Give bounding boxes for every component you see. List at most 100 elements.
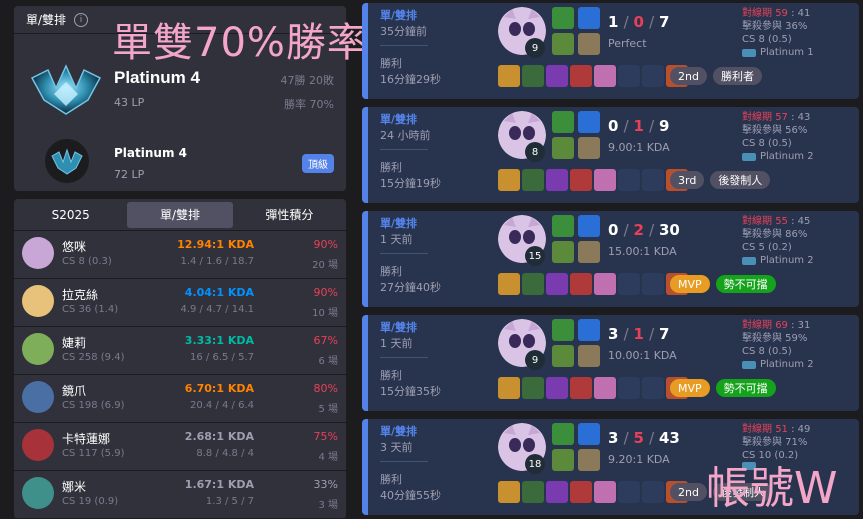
match-deaths: 5: [633, 429, 644, 447]
champion-kda: 6.70:1 KDA: [184, 382, 254, 395]
kda-separator: /: [623, 117, 634, 135]
champion-level: 18: [525, 454, 545, 474]
match-result: 勝利: [380, 473, 402, 486]
champion-games: 5 場: [318, 404, 338, 415]
tab-season[interactable]: S2025: [18, 202, 123, 228]
champion-cs: CS 36 (1.4): [62, 304, 119, 315]
champion-row[interactable]: 鏡爪 CS 198 (6.9) 6.70:1 KDA 20.4 / 4 / 6.…: [14, 375, 346, 423]
rune-primary-icon: [552, 137, 574, 159]
tab-solo[interactable]: 單/雙排: [127, 201, 233, 228]
laning-score: 對線期 59 : 41: [742, 8, 811, 19]
match-time-ago: 1 天前: [380, 337, 413, 350]
champion-level: 15: [525, 246, 545, 266]
rank-tier: Platinum 4: [114, 68, 200, 87]
laning-score: 對線期 69 : 31: [742, 320, 811, 331]
match-badge: 後發制人: [710, 171, 771, 189]
laning-label: 對線期: [742, 216, 772, 227]
tab-flex[interactable]: 彈性積分: [237, 202, 342, 228]
match-avg-tier: Platinum 1: [742, 46, 862, 59]
info-icon[interactable]: i: [74, 12, 89, 27]
champion-row[interactable]: 婕莉 CS 258 (9.4) 3.33:1 KDA 16 / 6.5 / 5.…: [14, 327, 346, 375]
champion-name: 婕莉: [62, 336, 87, 350]
match-kda-ratio: 15.00:1 KDA: [608, 245, 677, 258]
laning-label: 對線期: [742, 320, 772, 331]
kill-participation: 擊殺參與 36%: [742, 21, 808, 32]
match-badge: 3rd: [670, 171, 705, 189]
match-divider: [380, 253, 428, 254]
champion-kda-detail: 8.8 / 4.8 / 4: [196, 448, 254, 459]
champion-row[interactable]: 卡特蓮娜 CS 117 (5.9) 2.68:1 KDA 8.8 / 4.8 /…: [14, 423, 346, 471]
rune-secondary-icon: [578, 449, 600, 471]
item-slot-icon: [594, 377, 616, 399]
match-badge: 2nd: [670, 67, 707, 85]
match-divider: [380, 45, 428, 46]
laning-score-opp: 49: [797, 424, 811, 435]
item-slot-icon: [498, 481, 520, 503]
match-card[interactable]: 單/雙排 1 天前 勝利 27分鐘40秒 15 0 / 2 / 30 15.00…: [362, 211, 859, 307]
kill-participation: 擊殺參與 59%: [742, 333, 808, 344]
item-slot-icon: [546, 273, 568, 295]
item-slot-icon: [570, 273, 592, 295]
champion-cs: CS 19 (0.9): [62, 496, 119, 507]
spell-heal-icon: [552, 111, 574, 133]
champion-winrate: 33%: [313, 478, 338, 491]
match-divider: [380, 357, 428, 358]
match-divider: [380, 149, 428, 150]
match-items: [498, 65, 688, 87]
match-result: 勝利: [380, 265, 402, 278]
match-kda-ratio: 10.00:1 KDA: [608, 349, 677, 362]
item-slot-icon: [618, 377, 640, 399]
match-stats: 對線期 57 : 43 擊殺參與 56% CS 8 (0.5) Platinum…: [742, 111, 862, 163]
laning-score-self: 51: [775, 424, 788, 435]
champion-kda: 3.33:1 KDA: [184, 334, 254, 347]
champion-kda-detail: 16 / 6.5 / 5.7: [190, 352, 254, 363]
item-slot-icon: [594, 169, 616, 191]
match-badge: 勝利者: [712, 67, 762, 85]
match-card[interactable]: 單/雙排 1 天前 勝利 15分鐘35秒 9 3 / 1 / 7 10.00:1…: [362, 315, 859, 411]
match-avg-tier: Platinum 2: [742, 254, 862, 267]
match-badge: MVP: [670, 275, 710, 293]
kda-separator: /: [623, 429, 634, 447]
laning-score: 對線期 55 : 45: [742, 216, 811, 227]
match-cs: CS 8 (0.5): [742, 138, 792, 149]
item-slot-icon: [498, 273, 520, 295]
champion-row[interactable]: 悠咪 CS 8 (0.3) 12.94:1 KDA 1.4 / 1.6 / 18…: [14, 231, 346, 279]
champion-kda-detail: 1.3 / 5 / 7: [205, 496, 254, 507]
match-stats: 對線期 59 : 41 擊殺參與 36% CS 8 (0.5) Platinum…: [742, 7, 862, 59]
match-badges: MVP 勢不可擋: [670, 379, 776, 397]
champion-name: 娜米: [62, 480, 87, 494]
platinum-emblem-icon: [30, 64, 102, 115]
match-queue-type: 單/雙排: [380, 217, 418, 230]
overlay-corner-text: 帳號W: [706, 463, 838, 514]
match-kda: 1 / 0 / 7: [608, 13, 669, 31]
spell-ignite-icon: [578, 319, 600, 341]
match-duration: 27分鐘40秒: [380, 281, 441, 294]
tier-mini-icon: [742, 48, 756, 57]
kda-separator: /: [623, 325, 634, 343]
champion-row[interactable]: 娜米 CS 19 (0.9) 1.67:1 KDA 1.3 / 5 / 7 33…: [14, 471, 346, 519]
match-kda-ratio: Perfect: [608, 37, 647, 50]
champion-winrate: 67%: [313, 334, 338, 347]
laning-score-self: 69: [775, 320, 788, 331]
champion-row[interactable]: 拉克絲 CS 36 (1.4) 4.04:1 KDA 4.9 / 4.7 / 1…: [14, 279, 346, 327]
spell-ignite-icon: [578, 7, 600, 29]
kill-participation: 擊殺參與 56%: [742, 125, 808, 136]
kda-separator: /: [649, 117, 659, 135]
match-queue-type: 單/雙排: [380, 425, 418, 438]
match-card[interactable]: 單/雙排 24 小時前 勝利 15分鐘19秒 8 0 / 1 / 9 9.00:…: [362, 107, 859, 203]
match-card[interactable]: 單/雙排 35分鐘前 勝利 16分鐘29秒 9 1 / 0 / 7 Perfec…: [362, 3, 859, 99]
item-slot-icon: [546, 65, 568, 87]
rune-primary-icon: [552, 449, 574, 471]
champion-portrait-icon: [22, 333, 54, 365]
peak-badge: 頂級: [302, 154, 334, 173]
spell-heal-icon: [552, 319, 574, 341]
match-items: [498, 169, 688, 191]
match-duration: 15分鐘19秒: [380, 177, 441, 190]
rank-win-rate: 勝率 70%: [284, 98, 334, 111]
match-deaths: 1: [633, 117, 644, 135]
champion-name: 鏡爪: [62, 384, 87, 398]
item-slot-icon: [522, 481, 544, 503]
item-slot-icon: [618, 169, 640, 191]
match-duration: 40分鐘55秒: [380, 489, 441, 502]
champion-name: 悠咪: [62, 240, 87, 254]
